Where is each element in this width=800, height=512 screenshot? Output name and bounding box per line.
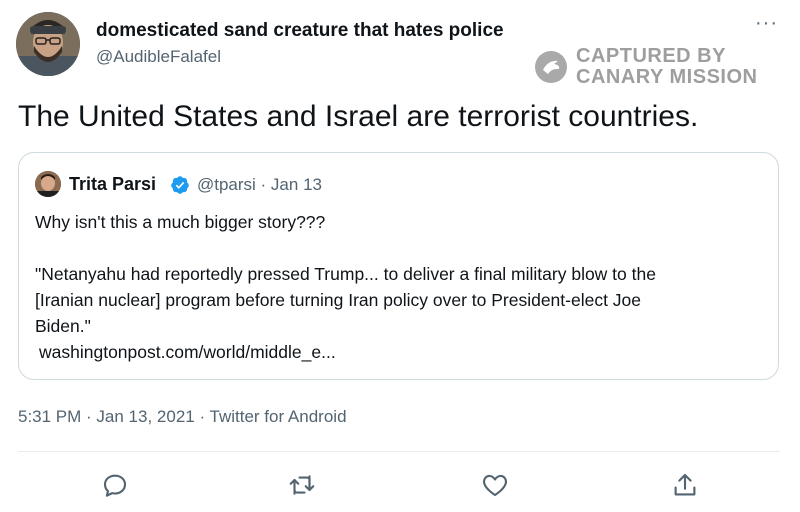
quoted-author-name[interactable]: Trita Parsi: [69, 174, 156, 195]
quoted-tweet-card[interactable]: Trita Parsi @tparsi · Jan 13 Why isn't t…: [18, 152, 779, 380]
like-icon[interactable]: [480, 470, 510, 500]
reply-icon[interactable]: [100, 470, 130, 500]
retweet-icon[interactable]: [287, 470, 317, 500]
divider: [18, 451, 780, 452]
tweet-text: The United States and Israel are terrori…: [18, 100, 699, 133]
canary-mission-watermark: CAPTURED BY CANARY MISSION: [534, 46, 757, 88]
verified-badge-icon: [171, 176, 189, 194]
quoted-avatar-image: [35, 171, 61, 197]
user-avatar[interactable]: [16, 12, 80, 76]
quoted-text-line: Biden.": [35, 316, 91, 336]
share-icon[interactable]: [670, 470, 700, 500]
author-handle[interactable]: @AudibleFalafel: [96, 47, 221, 67]
watermark-line-1: CAPTURED BY: [576, 45, 726, 67]
quoted-link[interactable]: washingtonpost.com/world/middle_e...: [35, 339, 770, 365]
author-display-name[interactable]: domesticated sand creature that hates po…: [96, 20, 504, 42]
quoted-handle-date[interactable]: @tparsi · Jan 13: [197, 175, 322, 195]
quoted-tweet-body: Why isn't this a much bigger story??? "N…: [35, 209, 770, 365]
action-bar: [0, 466, 800, 506]
more-options-icon[interactable]: ···: [755, 12, 778, 35]
canary-logo-icon: [535, 51, 567, 83]
avatar-image: [16, 12, 80, 76]
tweet-timestamp[interactable]: 5:31 PM · Jan 13, 2021 · Twitter for And…: [18, 407, 347, 427]
quoted-text-line: Why isn't this a much bigger story???: [35, 212, 326, 232]
watermark-line-2: CANARY MISSION: [576, 66, 758, 88]
quoted-author-avatar[interactable]: [35, 171, 61, 197]
quoted-text-line: "Netanyahu had reportedly pressed Trump.…: [35, 264, 656, 284]
quoted-text-line: [Iranian nuclear] program before turning…: [35, 290, 642, 310]
